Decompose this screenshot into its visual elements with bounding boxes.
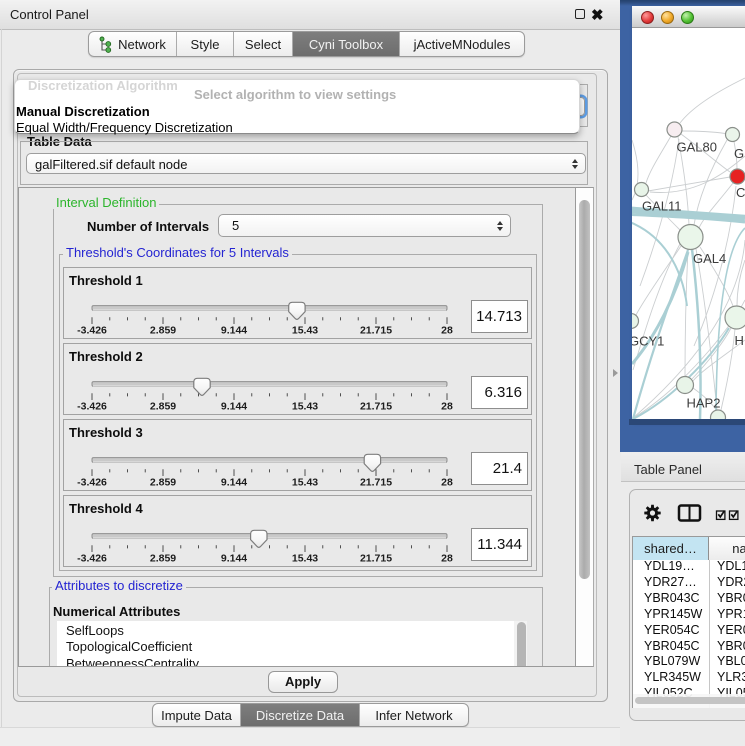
svg-text:-3.426: -3.426 xyxy=(77,401,107,413)
svg-text:21.715: 21.715 xyxy=(360,325,392,337)
svg-text:28: 28 xyxy=(441,325,453,337)
svg-text:21.715: 21.715 xyxy=(360,553,392,565)
svg-text:15.43: 15.43 xyxy=(292,401,318,413)
svg-text:9.144: 9.144 xyxy=(221,553,247,565)
svg-text:H: H xyxy=(735,333,744,348)
svg-text:21.715: 21.715 xyxy=(360,477,392,489)
svg-text:28: 28 xyxy=(441,553,453,565)
svg-text:15.43: 15.43 xyxy=(292,325,318,337)
svg-text:GAL80: GAL80 xyxy=(677,140,717,155)
svg-text:HAP2: HAP2 xyxy=(687,396,721,411)
svg-text:9.144: 9.144 xyxy=(221,401,247,413)
svg-text:GAL11: GAL11 xyxy=(642,199,682,214)
svg-text:15.43: 15.43 xyxy=(292,477,318,489)
svg-text:2.859: 2.859 xyxy=(150,477,176,489)
svg-text:C: C xyxy=(736,185,745,200)
svg-text:-3.426: -3.426 xyxy=(77,553,107,565)
svg-text:2.859: 2.859 xyxy=(150,325,176,337)
svg-text:21.715: 21.715 xyxy=(360,401,392,413)
svg-text:-3.426: -3.426 xyxy=(77,477,107,489)
svg-text:-3.426: -3.426 xyxy=(77,325,107,337)
svg-text:2.859: 2.859 xyxy=(150,553,176,565)
svg-text:2.859: 2.859 xyxy=(150,401,176,413)
svg-text:15.43: 15.43 xyxy=(292,553,318,565)
svg-text:G: G xyxy=(734,146,744,161)
svg-text:28: 28 xyxy=(441,477,453,489)
svg-text:9.144: 9.144 xyxy=(221,325,247,337)
svg-text:28: 28 xyxy=(441,401,453,413)
svg-text:GAL4: GAL4 xyxy=(693,251,726,266)
svg-text:9.144: 9.144 xyxy=(221,477,247,489)
svg-text:GCY1: GCY1 xyxy=(632,334,664,349)
